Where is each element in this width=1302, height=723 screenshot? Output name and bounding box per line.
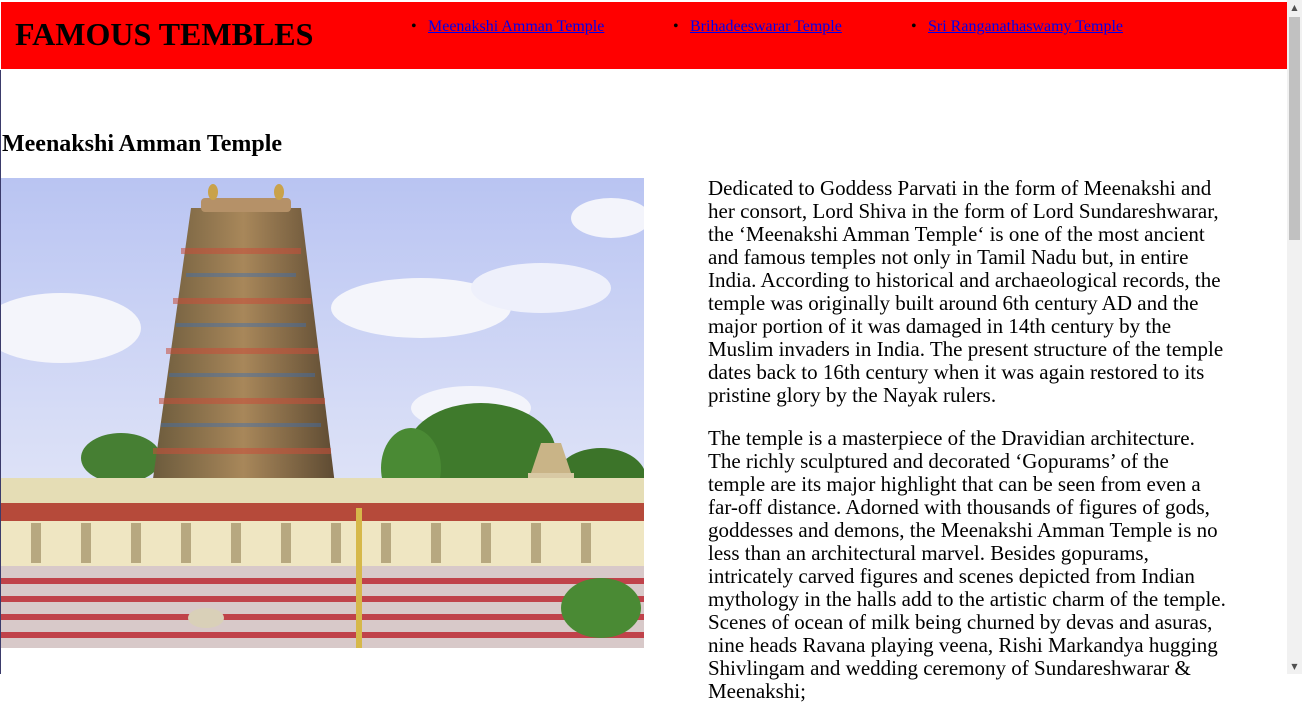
nav-link-ranganathaswamy[interactable]: Sri Ranganathaswamy Temple bbox=[928, 18, 1123, 35]
description-paragraph: Dedicated to Goddess Parvati in the form… bbox=[708, 176, 1224, 407]
scroll-down-arrow-icon[interactable]: ▼ bbox=[1287, 659, 1302, 674]
bullet-icon: • bbox=[411, 18, 417, 35]
bullet-icon: • bbox=[911, 18, 917, 35]
nav-link-brihadeeswarar[interactable]: Brihadeeswarar Temple bbox=[690, 18, 842, 35]
scroll-up-arrow-icon[interactable]: ▲ bbox=[1287, 0, 1302, 15]
bullet-icon: • bbox=[673, 18, 679, 35]
description-paragraph: The temple is a masterpiece of the Dravi… bbox=[708, 426, 1226, 703]
site-header: FAMOUS TEMBLES • Meenakshi Amman Temple … bbox=[1, 2, 1287, 69]
temple-description: Dedicated to Goddess Parvati in the form… bbox=[708, 177, 1226, 723]
nav-item-meenakshi: • Meenakshi Amman Temple bbox=[411, 17, 604, 37]
nav-item-ranganathaswamy: • Sri Ranganathaswamy Temple bbox=[911, 17, 1123, 37]
section-title: Meenakshi Amman Temple bbox=[2, 131, 283, 157]
nav-item-brihadeeswarar: • Brihadeeswarar Temple bbox=[673, 17, 842, 37]
nav-link-meenakshi[interactable]: Meenakshi Amman Temple bbox=[428, 18, 604, 35]
scrollbar-thumb[interactable] bbox=[1289, 17, 1300, 240]
vertical-scrollbar[interactable]: ▲ ▼ bbox=[1287, 0, 1302, 674]
temple-image bbox=[1, 178, 644, 648]
site-title: FAMOUS TEMBLES bbox=[15, 16, 314, 52]
